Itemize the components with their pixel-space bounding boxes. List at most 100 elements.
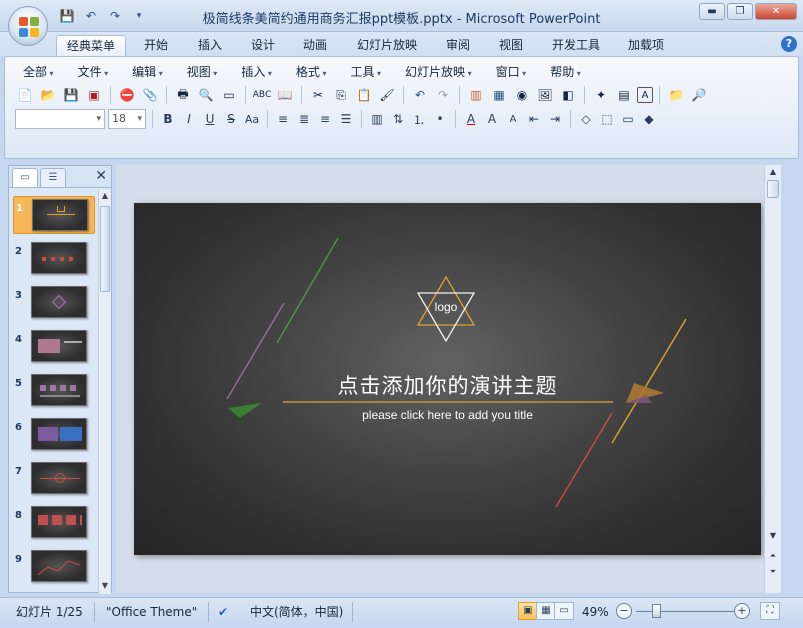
insert-picture-icon[interactable]: 🖼 <box>535 85 555 105</box>
insert-chart-icon[interactable]: ▥ <box>466 85 486 105</box>
close-button[interactable]: ✕ <box>755 3 797 20</box>
scroll-thumb[interactable] <box>767 180 779 198</box>
color-scheme-icon[interactable]: ◧ <box>558 85 578 105</box>
slide-thumbnail-2[interactable]: 2 <box>13 240 95 278</box>
text-box-icon[interactable]: A <box>637 87 653 103</box>
slide-show-button[interactable]: ▭ <box>554 602 574 620</box>
redo-icon[interactable]: ↷ <box>433 85 453 105</box>
change-case-button[interactable]: Aa <box>243 110 261 128</box>
open-folder-icon[interactable]: 📂 <box>38 85 58 105</box>
tab-home[interactable]: 开始 <box>134 35 178 56</box>
scroll-thumb[interactable] <box>100 206 110 292</box>
scroll-up-icon[interactable]: ▲ <box>100 191 110 203</box>
tab-animations[interactable]: 动画 <box>293 35 337 56</box>
tab-view[interactable]: 视图 <box>489 35 533 56</box>
tab-review[interactable]: 审阅 <box>436 35 480 56</box>
menu-file[interactable]: 文件 <box>70 64 117 80</box>
align-right-button[interactable]: ≡ <box>316 110 334 128</box>
align-center-button[interactable]: ≣ <box>295 110 313 128</box>
new-slide-icon[interactable]: ✦ <box>591 85 611 105</box>
panel-scrollbar[interactable]: ▲ ▼ <box>98 190 111 594</box>
print-icon[interactable]: 🖶 <box>173 85 193 105</box>
insert-table-icon[interactable]: ▦ <box>489 85 509 105</box>
next-slide-icon[interactable]: ⏷ <box>767 567 779 579</box>
outline-tab[interactable]: ☰ <box>40 168 66 187</box>
text-direction-button[interactable]: ⇅ <box>389 110 407 128</box>
slide-subtitle[interactable]: please click here to add you title <box>134 408 761 422</box>
bold-button[interactable]: B <box>159 110 177 128</box>
undo-icon[interactable]: ↶ <box>410 85 430 105</box>
slide-thumbnail-5[interactable]: 5 <box>13 372 95 410</box>
menu-all[interactable]: 全部 <box>15 64 62 80</box>
align-left-button[interactable]: ≡ <box>274 110 292 128</box>
tab-developer[interactable]: 开发工具 <box>542 35 610 56</box>
zoom-out-icon[interactable]: − <box>616 603 632 619</box>
quick-styles-button[interactable]: ▭ <box>619 110 637 128</box>
slide-thumbnail-6[interactable]: 6 <box>13 416 95 454</box>
zoom-icon[interactable]: 🔎 <box>689 85 709 105</box>
tab-slide-show[interactable]: 幻灯片放映 <box>347 35 427 56</box>
zoom-in-icon[interactable]: + <box>734 603 750 619</box>
scroll-down-icon[interactable]: ▼ <box>100 581 110 593</box>
font-size-combo[interactable]: 18 <box>108 109 146 129</box>
slide-title[interactable]: 点击添加你的演讲主题 <box>134 370 761 400</box>
menu-format[interactable]: 格式 <box>288 64 335 80</box>
previous-slide-icon[interactable]: ⏶ <box>767 551 779 563</box>
font-color-button[interactable]: A <box>462 110 480 128</box>
slide-thumbnail-7[interactable]: 7 <box>13 460 95 498</box>
attach-icon[interactable]: 📎 <box>140 85 160 105</box>
slide-thumbnail-8[interactable]: 8 <box>13 504 95 542</box>
menu-window[interactable]: 窗口 <box>488 64 535 80</box>
save-pdf-icon[interactable]: ▣ <box>84 85 104 105</box>
shrink-font-button[interactable]: A <box>504 110 522 128</box>
italic-button[interactable]: I <box>180 110 198 128</box>
print-preview-icon[interactable]: 🔍 <box>196 85 216 105</box>
research-icon[interactable]: 📖 <box>275 85 295 105</box>
restore-button[interactable]: ❐ <box>727 3 753 20</box>
columns-button[interactable]: ▥ <box>368 110 386 128</box>
permission-icon[interactable]: ⛔ <box>117 85 137 105</box>
paste-icon[interactable]: 📋 <box>354 85 374 105</box>
insert-clipart-icon[interactable]: ◉ <box>512 85 532 105</box>
menu-help[interactable]: 帮助 <box>542 64 589 80</box>
fit-to-window-button[interactable]: ⛶ <box>760 602 780 620</box>
copy-icon[interactable]: ⎘ <box>331 85 351 105</box>
tab-insert[interactable]: 插入 <box>188 35 232 56</box>
menu-insert[interactable]: 插入 <box>233 64 280 80</box>
zoom-slider[interactable] <box>652 604 661 618</box>
tab-design[interactable]: 设计 <box>241 35 285 56</box>
justify-button[interactable]: ☰ <box>337 110 355 128</box>
slide-thumbnail-3[interactable]: 3 <box>13 284 95 322</box>
format-painter-icon[interactable]: 🖌 <box>377 85 397 105</box>
increase-indent-button[interactable]: ⇥ <box>546 110 564 128</box>
tab-add-ins[interactable]: 加载项 <box>618 35 674 56</box>
arrange-button[interactable]: ⬚ <box>598 110 616 128</box>
slides-tab[interactable]: ▭ <box>12 168 38 187</box>
menu-edit[interactable]: 编辑 <box>124 64 171 80</box>
folder-icon[interactable]: 📁 <box>666 85 686 105</box>
slide-thumbnail-4[interactable]: 4 <box>13 328 95 366</box>
slide-thumbnail-1[interactable]: 1 <box>13 196 95 234</box>
layout-icon[interactable]: ▤ <box>614 85 634 105</box>
save-icon[interactable]: 💾 <box>61 85 81 105</box>
menu-tools[interactable]: 工具 <box>342 64 389 80</box>
shape-fill-button[interactable]: ◆ <box>640 110 658 128</box>
scroll-down-icon[interactable]: ▼ <box>767 531 779 543</box>
new-file-icon[interactable]: 📄 <box>15 85 35 105</box>
cut-icon[interactable]: ✂ <box>308 85 328 105</box>
normal-view-button[interactable]: ▣ <box>518 602 538 620</box>
office-button[interactable] <box>8 6 48 46</box>
strikethrough-button[interactable]: S <box>222 110 240 128</box>
slide-sorter-button[interactable]: ▦ <box>536 602 556 620</box>
editor-scrollbar[interactable]: ▲ ▼ ⏶ ⏷ <box>764 165 781 593</box>
slide-thumbnail-9[interactable]: 9 <box>13 548 95 586</box>
menu-slide-show[interactable]: 幻灯片放映 <box>397 64 480 80</box>
numbering-button[interactable]: ⒈ <box>410 110 428 128</box>
page-setup-icon[interactable]: ▭ <box>219 85 239 105</box>
close-panel-icon[interactable]: ✕ <box>95 168 107 184</box>
bullets-button[interactable]: • <box>431 110 449 128</box>
help-icon[interactable]: ? <box>781 36 797 52</box>
underline-button[interactable]: U <box>201 110 219 128</box>
shapes-button[interactable]: ◇ <box>577 110 595 128</box>
tab-classic-menu[interactable]: 经典菜单 <box>56 35 127 56</box>
